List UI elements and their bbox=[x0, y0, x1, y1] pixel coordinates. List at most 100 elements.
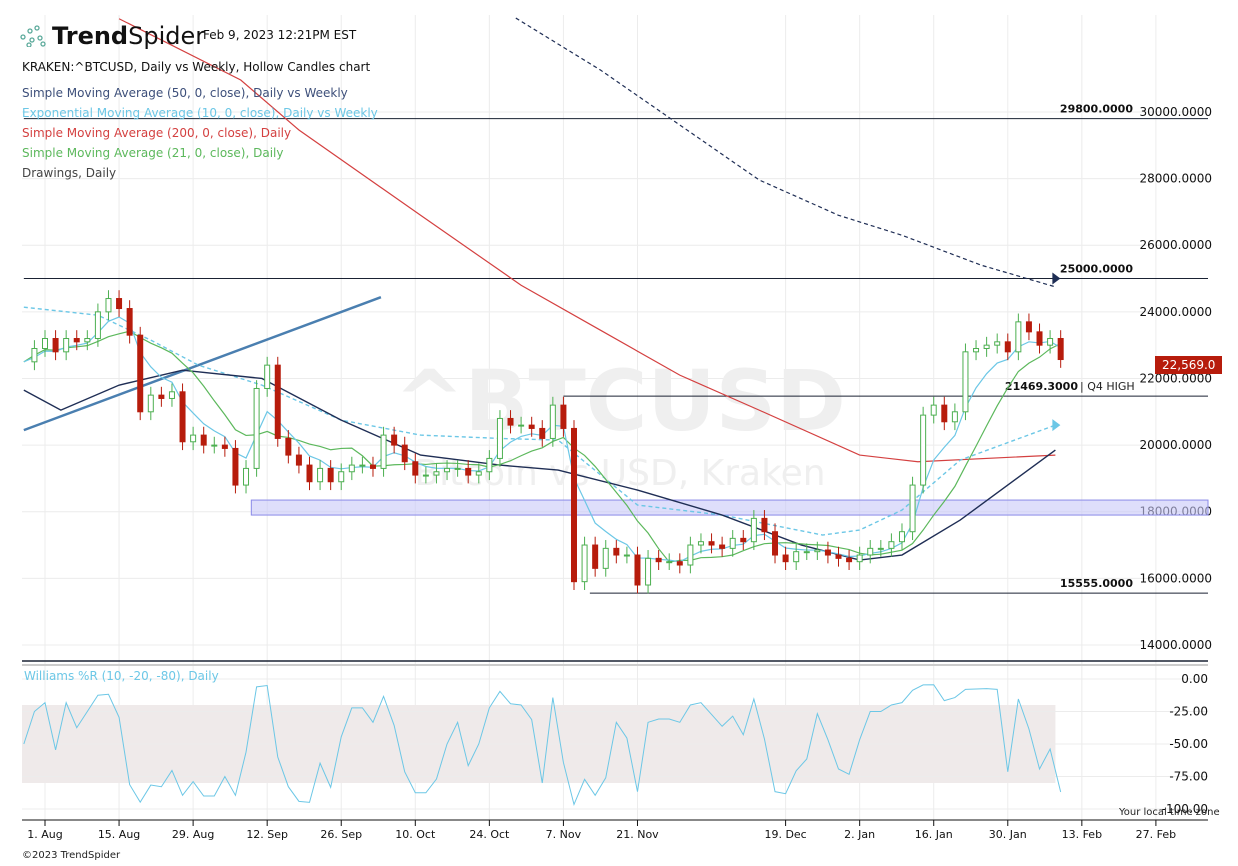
candle-body bbox=[697, 541, 704, 546]
x-tick-label: 21. Nov bbox=[616, 828, 659, 841]
candle-body bbox=[306, 464, 313, 483]
last-price-badge: 22,569.0 bbox=[1155, 356, 1223, 374]
x-tick-label: 12. Sep bbox=[246, 828, 288, 841]
trend-line bbox=[23, 296, 382, 432]
x-tick-label: 29. Aug bbox=[172, 828, 214, 841]
candle-body bbox=[496, 417, 503, 459]
candle-body bbox=[338, 471, 345, 483]
timestamp: Feb 9, 2023 12:21PM EST bbox=[203, 28, 357, 42]
wr-title: Williams %R (10, -20, -80), Daily bbox=[24, 669, 219, 683]
x-tick-label: 26. Sep bbox=[320, 828, 362, 841]
candle-body bbox=[793, 551, 800, 563]
wr-tick-label: -25.00 bbox=[1169, 705, 1208, 719]
candle-body bbox=[814, 549, 821, 553]
candle-body bbox=[782, 554, 789, 563]
candle-body bbox=[52, 338, 59, 353]
candle-body bbox=[264, 364, 271, 389]
candle-body bbox=[898, 531, 905, 543]
candle-body bbox=[84, 338, 91, 343]
candle-body bbox=[295, 454, 302, 466]
candle-body bbox=[253, 387, 260, 469]
watermark-symbol: ^BTCUSD bbox=[394, 352, 846, 450]
price-tick-label: 14000.0000 bbox=[1139, 638, 1212, 652]
candle-body bbox=[613, 547, 620, 556]
legend-item[interactable]: Simple Moving Average (21, 0, close), Da… bbox=[22, 146, 283, 160]
candle-body bbox=[687, 544, 694, 566]
candle-body bbox=[856, 554, 863, 563]
candle-body bbox=[444, 467, 451, 473]
candle-body bbox=[31, 348, 38, 363]
legend-item[interactable]: Simple Moving Average (50, 0, close), Da… bbox=[22, 86, 348, 100]
chart-window: 1. Aug 15. Aug 29. Aug 12. Sep 26. Sep 10. Oc… bbox=[0, 0, 1238, 866]
candle-body bbox=[179, 391, 186, 443]
candle-body bbox=[73, 338, 80, 343]
wr-tick-label: -75.00 bbox=[1169, 770, 1208, 784]
x-tick-label: 16. Jan bbox=[915, 828, 953, 841]
candle-body bbox=[623, 554, 630, 557]
brand-name: TrendSpider bbox=[52, 22, 206, 50]
candle-body bbox=[285, 437, 292, 456]
timezone-label: Your local time zone bbox=[1119, 807, 1220, 818]
candle-body bbox=[719, 544, 726, 549]
candle-body bbox=[634, 554, 641, 586]
candle-body bbox=[560, 404, 567, 429]
candle-body bbox=[401, 444, 408, 463]
wr-tick-label: -50.00 bbox=[1169, 737, 1208, 751]
candle-body bbox=[930, 404, 937, 416]
candle-body bbox=[761, 517, 768, 533]
candle-body bbox=[676, 561, 683, 566]
candle-body bbox=[888, 541, 895, 549]
candle-body bbox=[359, 464, 366, 467]
price-tick-label: 26000.0000 bbox=[1139, 238, 1212, 252]
candle-body bbox=[909, 484, 916, 533]
candle-body bbox=[1047, 338, 1054, 346]
ema10-end-marker-icon bbox=[1052, 419, 1061, 432]
candle-body bbox=[317, 467, 324, 483]
x-tick-label: 30. Jan bbox=[989, 828, 1027, 841]
hline-label: 25000.0000 bbox=[1060, 263, 1133, 276]
candle-body bbox=[666, 561, 673, 564]
candle-body bbox=[94, 311, 101, 340]
candle-body bbox=[348, 464, 355, 473]
x-tick-label: 19. Dec bbox=[764, 828, 806, 841]
candle-body bbox=[211, 444, 218, 447]
candle-body bbox=[750, 517, 757, 543]
candle-body bbox=[243, 467, 250, 486]
candle-body bbox=[158, 394, 165, 399]
legend-item[interactable]: Exponential Moving Average (10, 0, close… bbox=[22, 106, 378, 120]
x-tick-label: 10. Oct bbox=[395, 828, 436, 841]
candle-body bbox=[327, 467, 334, 483]
candle-body bbox=[1025, 321, 1032, 333]
candle-body bbox=[539, 427, 546, 439]
hline-label: 21469.3000 bbox=[1005, 380, 1078, 393]
candle-body bbox=[412, 461, 419, 476]
price-tick-label: 30000.0000 bbox=[1139, 105, 1212, 119]
candle-body bbox=[1004, 341, 1011, 353]
legend-item[interactable]: Drawings, Daily bbox=[22, 166, 116, 180]
candle-body bbox=[602, 547, 609, 569]
chart-title: KRAKEN:^BTCUSD, Daily vs Weekly, Hollow … bbox=[22, 60, 371, 74]
wr-tick-label: 0.00 bbox=[1181, 672, 1208, 686]
candle-body bbox=[232, 447, 239, 486]
candle-body bbox=[528, 424, 535, 429]
candle-body bbox=[200, 434, 207, 446]
candle-body bbox=[920, 414, 927, 486]
candle-body bbox=[1036, 331, 1043, 346]
candle-body bbox=[549, 404, 556, 439]
price-tick-label: 16000.0000 bbox=[1139, 571, 1212, 585]
candle-body bbox=[867, 547, 874, 556]
candle-body bbox=[274, 364, 281, 439]
candle-body bbox=[507, 417, 514, 426]
candle-body bbox=[592, 544, 599, 569]
candle-body bbox=[983, 344, 990, 350]
hline-label: 15555.0000 bbox=[1060, 577, 1133, 590]
legend-item[interactable]: Simple Moving Average (200, 0, close), D… bbox=[22, 126, 291, 140]
candle-body bbox=[655, 557, 662, 563]
candle-body bbox=[391, 434, 398, 446]
x-tick-label: 27. Feb bbox=[1136, 828, 1176, 841]
candle-body bbox=[454, 467, 461, 470]
candle-body bbox=[465, 467, 472, 476]
candle-body bbox=[708, 541, 715, 546]
candle-body bbox=[105, 298, 112, 313]
spider-logo-icon bbox=[20, 25, 46, 47]
